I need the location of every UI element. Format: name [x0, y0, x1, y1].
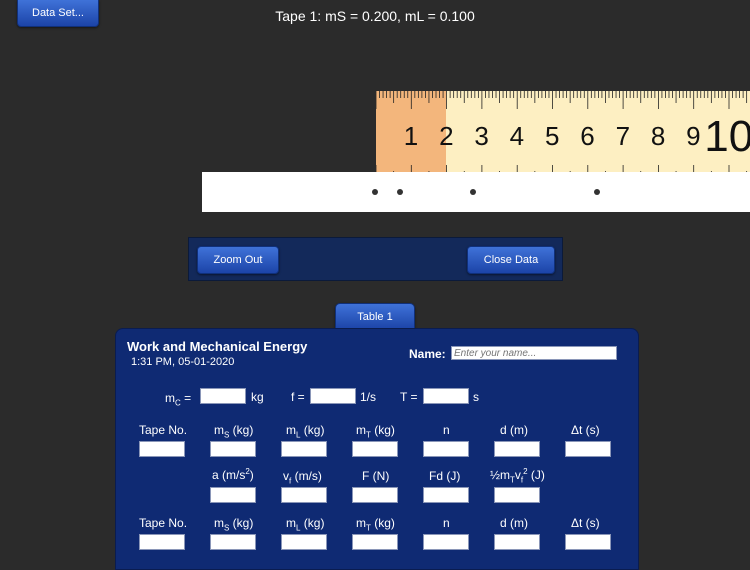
mt-input-2[interactable]	[352, 534, 398, 550]
tape-dot	[372, 189, 378, 195]
header-Fd: Fd (J)	[429, 469, 461, 483]
header-tape-no: Tape No.	[139, 423, 188, 437]
mc-unit: kg	[251, 390, 264, 404]
data-table-panel: Work and Mechanical Energy 1:31 PM, 05-0…	[115, 328, 639, 570]
ruler-number: 8	[651, 121, 665, 151]
ticker-tape[interactable]	[202, 172, 750, 212]
ruler-number: 5	[545, 121, 559, 151]
tape-no-input[interactable]	[139, 441, 185, 457]
ms-input[interactable]	[210, 441, 256, 457]
F-input[interactable]	[352, 487, 398, 503]
ml-input-2[interactable]	[281, 534, 327, 550]
tape-dot	[397, 189, 403, 195]
ms-input-2[interactable]	[210, 534, 256, 550]
ruler-number: 3	[474, 121, 488, 151]
T-input[interactable]	[423, 388, 469, 404]
header-d: d (m)	[500, 423, 528, 437]
f-label: f =	[291, 390, 305, 404]
mt-input[interactable]	[352, 441, 398, 457]
tape-dot	[594, 189, 600, 195]
ml-input[interactable]	[281, 441, 327, 457]
ke-input[interactable]	[494, 487, 540, 503]
f-unit: 1/s	[360, 390, 377, 404]
T-label: T =	[400, 390, 418, 404]
header-F: F (N)	[362, 469, 390, 483]
header-ml-2: mL (kg)	[286, 516, 325, 533]
ruler-number: 6	[580, 121, 594, 151]
tape-dot	[470, 189, 476, 195]
header-ms-2: mS (kg)	[214, 516, 254, 533]
header-ke: ½mTvf2 (J)	[490, 467, 545, 485]
header-n-2: n	[443, 516, 450, 530]
tape-no-input-2[interactable]	[139, 534, 185, 550]
measuring-ruler[interactable]: 1 2 3 4 5 6 7 8 9 10	[376, 91, 750, 183]
n-input[interactable]	[423, 441, 469, 457]
tape-dots	[372, 189, 600, 195]
header-ms: mS (kg)	[214, 423, 254, 440]
header-mt: mT (kg)	[356, 423, 395, 440]
tab-table-1[interactable]: Table 1	[335, 303, 415, 329]
n-input-2[interactable]	[423, 534, 469, 550]
d-input[interactable]	[494, 441, 540, 457]
name-label: Name:	[409, 347, 446, 361]
ruler-number: 7	[616, 121, 630, 151]
tape-title: Tape 1: mS = 0.200, mL = 0.100	[275, 8, 475, 24]
mc-input[interactable]	[200, 388, 246, 404]
header-d-2: d (m)	[500, 516, 528, 530]
zoom-out-button[interactable]: Zoom Out	[197, 246, 279, 274]
mc-label: mC =	[165, 391, 192, 408]
header-ml: mL (kg)	[286, 423, 325, 440]
header-dt-2: Δt (s)	[571, 516, 600, 530]
header-mt-2: mT (kg)	[356, 516, 395, 533]
header-n: n	[443, 423, 450, 437]
vf-input[interactable]	[281, 487, 327, 503]
dt-input[interactable]	[565, 441, 611, 457]
a-input[interactable]	[210, 487, 256, 503]
T-unit: s	[473, 390, 479, 404]
ruler-number: 10	[704, 112, 750, 161]
d-input-2[interactable]	[494, 534, 540, 550]
header-a: a (m/s2)	[212, 467, 254, 482]
zoom-panel: Zoom Out Close Data	[188, 237, 563, 281]
name-input[interactable]	[451, 346, 617, 360]
ruler-number: 9	[686, 121, 700, 151]
header-vf: vf (m/s)	[283, 469, 322, 486]
ruler-ticks: 1 2 3 4 5 6 7 8 9 10	[376, 91, 750, 183]
close-data-button[interactable]: Close Data	[467, 246, 555, 274]
f-input[interactable]	[310, 388, 356, 404]
timestamp: 1:31 PM, 05-01-2020	[131, 356, 235, 368]
ruler-number: 4	[510, 121, 524, 151]
header-tape-no-2: Tape No.	[139, 516, 188, 530]
ruler-number: 2	[439, 121, 453, 151]
table-title: Work and Mechanical Energy	[127, 339, 308, 354]
header-dt: Δt (s)	[571, 423, 600, 437]
dt-input-2[interactable]	[565, 534, 611, 550]
Fd-input[interactable]	[423, 487, 469, 503]
ruler-number: 1	[404, 121, 418, 151]
